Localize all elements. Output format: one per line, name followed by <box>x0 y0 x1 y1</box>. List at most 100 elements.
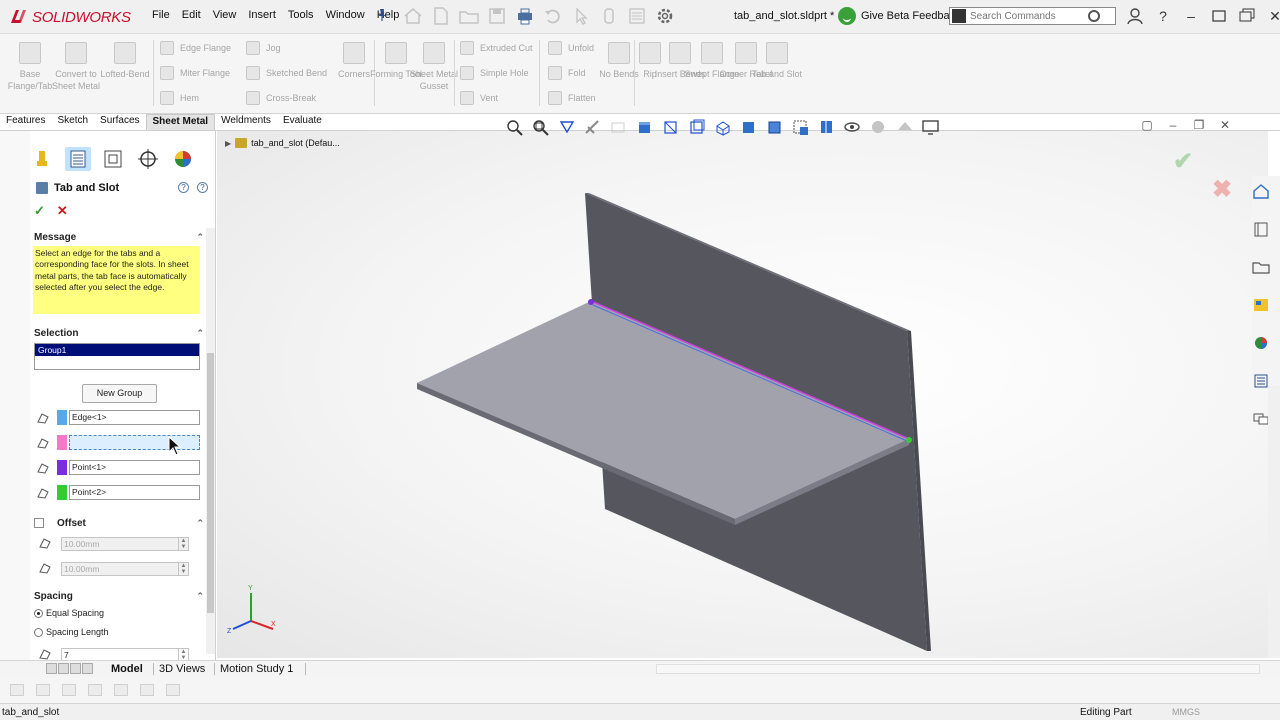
tab-evaluate[interactable]: Evaluate <box>277 114 328 130</box>
sketch-tool-icon[interactable] <box>10 684 24 696</box>
collapse-icon[interactable]: ⌃ <box>196 518 204 529</box>
undo-icon[interactable] <box>542 5 564 27</box>
menu-tools[interactable]: Tools <box>282 9 320 21</box>
offset-checkbox[interactable] <box>34 518 44 528</box>
search-commands-box[interactable] <box>949 7 1116 25</box>
solidworks-resources-icon[interactable] <box>1252 183 1270 199</box>
apply-scene-icon[interactable] <box>791 118 811 136</box>
give-beta-feedback-button[interactable]: Give Beta Feedback <box>838 5 961 27</box>
end-point-field[interactable]: Point<2> <box>69 485 200 500</box>
tab-motion-study-1[interactable]: Motion Study 1 <box>214 662 299 677</box>
flatten-button[interactable]: Flatten <box>548 88 596 108</box>
prev-tab-arrow-icon[interactable] <box>58 663 69 674</box>
confirm-cancel-icon[interactable]: ✖ <box>1212 175 1232 204</box>
sketched-bend-button[interactable]: Sketched Bend <box>246 63 327 83</box>
view-minimize-icon[interactable]: – <box>1166 118 1180 132</box>
hidden-lines-icon[interactable] <box>687 118 707 136</box>
split-view-icon[interactable]: ▢ <box>1140 118 1154 132</box>
spacing-length-radio[interactable] <box>34 627 43 637</box>
unfold-button[interactable]: Unfold <box>548 38 594 58</box>
miter-flange-button[interactable]: Miter Flange <box>160 63 230 83</box>
view-orientation-icon[interactable] <box>635 118 655 136</box>
viewport-vertical-scrollbar[interactable] <box>1268 386 1280 658</box>
tab-weldments[interactable]: Weldments <box>215 114 277 130</box>
cancel-x-icon[interactable]: ✕ <box>57 203 68 219</box>
search-icon[interactable] <box>1088 10 1100 22</box>
group-list-item[interactable]: Group1 <box>35 344 199 357</box>
panel-scrollbar[interactable] <box>206 228 215 654</box>
hide-show-items-icon[interactable] <box>817 118 837 136</box>
file-explorer-icon[interactable] <box>1252 259 1270 275</box>
section-view-icon[interactable] <box>583 118 603 136</box>
rebuild-icon[interactable] <box>598 5 620 27</box>
pin-icon[interactable] <box>377 8 387 22</box>
file-properties-icon[interactable] <box>626 5 648 27</box>
message-section-header[interactable]: Message ⌃ <box>34 230 204 244</box>
monitor-icon[interactable] <box>921 118 941 136</box>
select-pointer-icon[interactable] <box>570 5 592 27</box>
vent-button[interactable]: Vent <box>460 88 498 108</box>
collapse-icon[interactable]: ⌃ <box>196 328 204 339</box>
save-icon[interactable] <box>486 5 508 27</box>
ok-checkmark-icon[interactable]: ✓ <box>34 203 45 219</box>
jog-button[interactable]: Jog <box>246 38 281 58</box>
help-icon[interactable]: ? <box>197 182 208 193</box>
status-unit-system[interactable]: MMGS <box>1172 707 1200 717</box>
edge-selection-field[interactable]: Edge<1> <box>69 410 200 425</box>
feature-manager-tab[interactable] <box>30 147 56 171</box>
sketch-tool-icon[interactable] <box>62 684 76 696</box>
property-manager-tab[interactable] <box>65 147 91 171</box>
equal-spacing-radio[interactable] <box>34 608 43 618</box>
realview-icon[interactable] <box>895 118 915 136</box>
display-manager-tab[interactable] <box>170 147 196 171</box>
whats-wrong-icon[interactable]: ? <box>178 182 189 193</box>
equal-spacing-option[interactable]: Equal Spacing <box>34 608 104 618</box>
view-close-icon[interactable]: ✕ <box>1218 118 1232 132</box>
dynamic-annotation-icon[interactable] <box>609 118 629 136</box>
tab-surfaces[interactable]: Surfaces <box>94 114 145 130</box>
next-tab-arrow-icon[interactable] <box>70 663 81 674</box>
shaded-with-edges-icon[interactable] <box>765 118 785 136</box>
point-2-marker[interactable] <box>906 437 912 443</box>
extruded-cut-button[interactable]: Extruded Cut <box>460 38 533 58</box>
view-restore-icon[interactable]: ❐ <box>1192 118 1206 132</box>
menu-edit[interactable]: Edit <box>176 9 207 21</box>
new-group-button[interactable]: New Group <box>82 384 157 403</box>
collapse-icon[interactable]: ⌃ <box>196 591 204 602</box>
sketch-tool-icon[interactable] <box>140 684 154 696</box>
search-mode-icon[interactable] <box>952 9 966 23</box>
sketch-tool-icon[interactable] <box>166 684 180 696</box>
confirm-ok-icon[interactable]: ✔ <box>1173 147 1193 176</box>
tab-features[interactable]: Features <box>0 114 51 130</box>
zoom-to-fit-icon[interactable] <box>505 118 525 136</box>
help-icon[interactable]: ? <box>1152 6 1174 26</box>
last-tab-arrow-icon[interactable] <box>82 663 93 674</box>
group-list[interactable]: Group1 <box>34 343 200 370</box>
lofted-bend-button[interactable]: Lofted-Bend <box>97 38 153 80</box>
search-commands-input[interactable] <box>970 10 1088 22</box>
previous-view-icon[interactable] <box>557 118 577 136</box>
view-settings-icon[interactable] <box>843 118 863 136</box>
zoom-to-area-icon[interactable] <box>531 118 551 136</box>
configuration-manager-tab[interactable] <box>100 147 126 171</box>
scrollbar-thumb[interactable] <box>207 353 214 613</box>
tab-and-slot-button[interactable]: Tab and Slot <box>749 38 805 80</box>
tab-sheet-metal[interactable]: Sheet Metal <box>145 114 216 130</box>
menu-file[interactable]: File <box>146 9 176 21</box>
sketch-tool-icon[interactable] <box>88 684 102 696</box>
graphics-area[interactable]: ▶ tab_and_slot (Defau... ✔ ✖ Y X Z <box>217 131 1268 658</box>
user-account-icon[interactable] <box>1124 6 1146 26</box>
fold-button[interactable]: Fold <box>548 63 586 83</box>
menu-view[interactable]: View <box>207 9 243 21</box>
sketch-tool-icon[interactable] <box>114 684 128 696</box>
spinner-icon[interactable]: ▲ ▼ <box>178 538 188 550</box>
tab-model[interactable]: Model <box>105 662 149 677</box>
collapse-icon[interactable]: ⌃ <box>196 232 204 243</box>
spacing-section-header[interactable]: Spacing ⌃ <box>34 589 204 603</box>
first-tab-arrow-icon[interactable] <box>46 663 57 674</box>
maximize-icon[interactable] <box>1236 6 1258 26</box>
menu-window[interactable]: Window <box>320 9 371 21</box>
hem-button[interactable]: Hem <box>160 88 199 108</box>
selection-section-header[interactable]: Selection ⌃ <box>34 326 204 340</box>
offset-start-field[interactable]: 10.00mm ▲ ▼ <box>61 537 189 551</box>
